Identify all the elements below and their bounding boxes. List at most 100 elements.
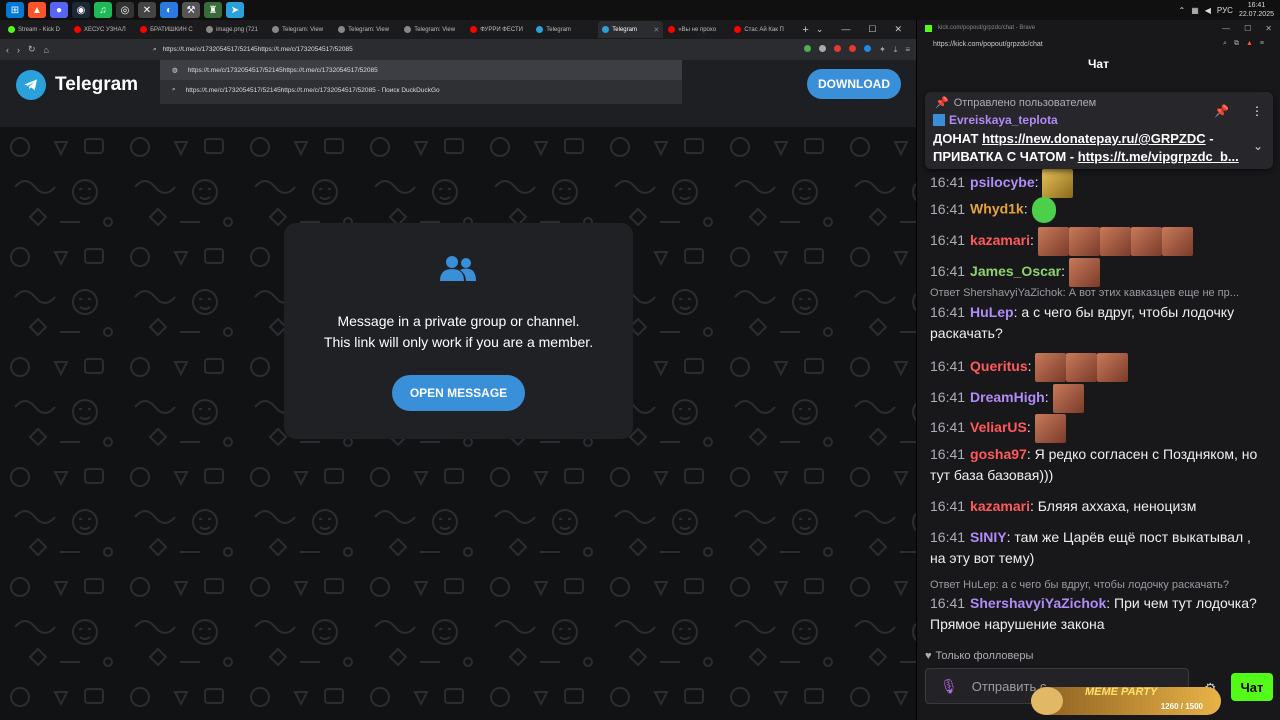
emote-image[interactable] xyxy=(1035,353,1067,382)
tab-8[interactable]: Telegram xyxy=(532,21,597,38)
emote-image[interactable] xyxy=(1052,384,1084,413)
unpin-icon[interactable]: 📌 xyxy=(1214,104,1229,118)
suggestion-url[interactable]: ◍ https://t.me/c/1732054517/52145https:/… xyxy=(160,60,682,80)
more-icon[interactable]: ⋮ xyxy=(1251,104,1263,118)
menu-icon[interactable]: ≡ xyxy=(1260,40,1264,48)
spotify-taskbar-icon[interactable]: ♫ xyxy=(94,2,112,18)
msg-user[interactable]: James_Oscar xyxy=(970,263,1061,279)
msg-user[interactable]: gosha97 xyxy=(970,446,1027,462)
tab-11[interactable]: Стас Ай Как П xyxy=(730,21,795,38)
send-chat-button[interactable]: Чат xyxy=(1231,673,1273,701)
menu-icon[interactable]: ≡ xyxy=(905,45,910,55)
pinned-message[interactable]: 📌 Отправлено пользователем Evreiskaya_te… xyxy=(925,92,1273,169)
clock[interactable]: 16:41 22.07.2025 xyxy=(1239,1,1274,19)
telegram-logo-icon[interactable] xyxy=(16,70,46,100)
emote-image[interactable] xyxy=(1068,258,1100,287)
emote-image[interactable] xyxy=(1097,353,1129,382)
emote-image[interactable] xyxy=(1130,227,1162,256)
steam-taskbar-icon[interactable]: ◉ xyxy=(72,2,90,18)
telegram-brand[interactable]: Telegram xyxy=(55,74,138,96)
tab-7[interactable]: ФУРРИ ФЕСТИ xyxy=(466,21,531,38)
language-indicator[interactable]: РУС xyxy=(1217,6,1233,15)
brave-shield-icon[interactable]: ▲ xyxy=(1246,40,1253,48)
emote-image[interactable] xyxy=(1037,227,1069,256)
msg-user[interactable]: kazamari xyxy=(970,498,1030,514)
brave-taskbar-icon[interactable]: ▲ xyxy=(28,2,46,18)
volume-icon[interactable]: ◀ xyxy=(1205,6,1211,15)
tray-arrow-icon[interactable]: ⌃ xyxy=(1179,6,1186,15)
emote-image[interactable] xyxy=(1068,227,1100,256)
msg-time: 16:41 xyxy=(930,419,966,436)
address-bar[interactable]: ⌕ https://t.me/c/1732054517/52145https:/… xyxy=(153,42,693,57)
tools-taskbar-icon[interactable]: ⚒ xyxy=(182,2,200,18)
reply-context[interactable]: Ответ ShershavyiYaZichok: А вот этих кав… xyxy=(930,287,1270,299)
tab-2[interactable]: БРАТИШКИН С xyxy=(136,21,201,38)
msg-user[interactable]: ShershavyiYaZichok xyxy=(970,595,1106,611)
tab-0[interactable]: Stream - Kick D xyxy=(4,21,69,38)
extension-icon[interactable] xyxy=(804,44,812,52)
network-icon[interactable]: ▦ xyxy=(1191,6,1199,15)
download-icon[interactable]: ⤓ xyxy=(894,45,898,55)
tab-10[interactable]: «Вы не прохо xyxy=(664,21,729,38)
microphone-icon[interactable]: 🎙 xyxy=(940,678,958,695)
minimize-icon[interactable]: — xyxy=(1222,24,1230,33)
emote-image[interactable] xyxy=(1161,227,1193,256)
reply-context[interactable]: Ответ HuLep: а с чего бы вдруг, чтобы ло… xyxy=(930,579,1270,591)
tab-3[interactable]: image.png (721 xyxy=(202,21,267,38)
game-taskbar-icon[interactable]: ♜ xyxy=(204,2,222,18)
msg-user[interactable]: kazamari xyxy=(970,232,1030,248)
tab-9-active[interactable]: Telegram ✕ xyxy=(598,21,664,38)
emote-image[interactable] xyxy=(1066,353,1098,382)
pinned-user[interactable]: Evreiskaya_teplota xyxy=(933,113,1058,127)
emote-image[interactable] xyxy=(1031,197,1056,223)
maximize-icon[interactable]: ☐ xyxy=(868,24,876,35)
meme-party-overlay[interactable]: MEME PARTY 1260 / 1500 xyxy=(1031,686,1221,715)
extension-icon[interactable] xyxy=(834,44,842,52)
tab-4[interactable]: Telegram: View xyxy=(268,21,333,38)
windows-start-icon[interactable]: ⊞ xyxy=(6,2,24,18)
back-icon[interactable]: ‹ xyxy=(6,45,9,55)
telegram-link[interactable]: https://t.me/vipgrpzdc_b... xyxy=(1078,149,1239,164)
msg-user[interactable]: Whyd1k xyxy=(970,201,1024,217)
msg-user[interactable]: DreamHigh xyxy=(970,389,1045,405)
msg-user[interactable]: HuLep xyxy=(970,304,1014,320)
new-tab-button[interactable]: + xyxy=(796,24,814,36)
forward-icon[interactable]: › xyxy=(17,45,20,55)
msg-time: 16:41 xyxy=(930,263,966,280)
share-icon[interactable]: ⧉ xyxy=(1234,40,1239,48)
extension-icon[interactable] xyxy=(864,44,872,52)
msg-user[interactable]: VeliarUS xyxy=(970,419,1027,435)
maximize-icon[interactable]: ☐ xyxy=(1244,24,1251,33)
emote-image[interactable] xyxy=(1034,414,1066,443)
lens-icon[interactable]: ⌕ xyxy=(1223,40,1227,48)
emote-image[interactable] xyxy=(1099,227,1131,256)
open-message-button[interactable]: OPEN MESSAGE xyxy=(392,375,525,411)
tab-search-icon[interactable]: ⌄ xyxy=(816,24,824,35)
close-tab-icon[interactable]: ✕ xyxy=(653,26,659,34)
msg-user[interactable]: SINIY xyxy=(970,529,1007,545)
download-button[interactable]: DOWNLOAD xyxy=(807,69,901,99)
discord-taskbar-icon[interactable]: ● xyxy=(50,2,68,18)
home-icon[interactable]: ⌂ xyxy=(44,45,49,55)
tab-1[interactable]: ХЕСУС УЗНАЛ xyxy=(70,21,135,38)
msg-user[interactable]: psilocybe xyxy=(970,174,1035,190)
donate-link[interactable]: https://new.donatepay.ru/@GRPZDC xyxy=(982,131,1206,146)
extension-icon[interactable] xyxy=(819,44,827,52)
telegram-taskbar-icon[interactable]: ➤ xyxy=(226,2,244,18)
tab-5[interactable]: Telegram: View xyxy=(334,21,399,38)
extension-icon[interactable] xyxy=(849,44,857,52)
close-window-icon[interactable]: ✕ xyxy=(1265,24,1272,33)
browser-taskbar-icon[interactable]: ◐ xyxy=(160,2,178,18)
chevron-down-icon[interactable]: ⌄ xyxy=(1253,139,1263,153)
emote-image[interactable] xyxy=(1042,169,1074,198)
reload-icon[interactable]: ↻ xyxy=(28,44,36,55)
suggestion-search[interactable]: ⌕ https://t.me/c/1732054517/52145https:/… xyxy=(160,80,682,100)
puzzle-icon[interactable]: ✦ xyxy=(879,45,886,55)
msg-user[interactable]: Queritus xyxy=(970,358,1028,374)
tab-6[interactable]: Telegram: View xyxy=(400,21,465,38)
minimize-icon[interactable]: — xyxy=(841,24,850,35)
app-taskbar-icon[interactable]: ✕ xyxy=(138,2,156,18)
close-window-icon[interactable]: ✕ xyxy=(894,24,902,35)
obs-taskbar-icon[interactable]: ◎ xyxy=(116,2,134,18)
chat-address-bar[interactable]: https://kick.com/popout/grpzdc/chat ⌕ ⧉ … xyxy=(917,36,1280,52)
